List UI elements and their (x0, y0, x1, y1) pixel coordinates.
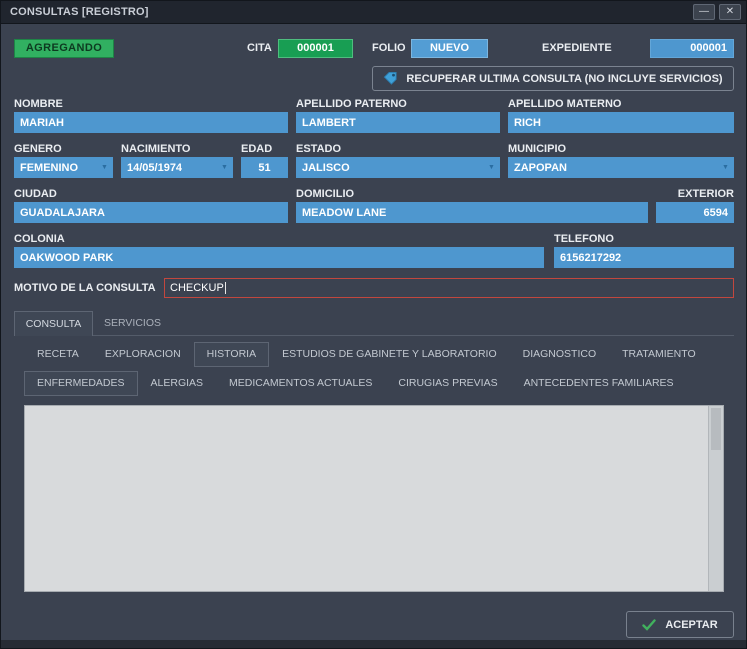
tab-estudios-gabinete-laboratorio[interactable]: ESTUDIOS DE GABINETE Y LABORATORIO (269, 342, 510, 367)
exterior-input[interactable] (656, 202, 734, 223)
accept-button-label: ACEPTAR (665, 619, 717, 631)
expediente-label: EXPEDIENTE (542, 42, 612, 54)
cita-label: CITA (247, 42, 272, 54)
apellido-paterno-label: APELLIDO PATERNO (296, 98, 407, 110)
municipio-label: MUNICIPIO (508, 143, 566, 155)
window-title: CONSULTAS [REGISTRO] (10, 6, 689, 18)
genero-dropdown[interactable]: FEMENINO ▼ (14, 157, 113, 178)
tab-historia[interactable]: HISTORIA (194, 342, 269, 367)
municipio-dropdown[interactable]: ZAPOPAN ▼ (508, 157, 734, 178)
tab-cirugias-previas[interactable]: CIRUGIAS PREVIAS (385, 371, 510, 396)
vertical-scrollbar[interactable] (708, 406, 723, 591)
colonia-input[interactable] (14, 247, 544, 268)
tab-receta[interactable]: RECETA (24, 342, 92, 367)
chevron-down-icon: ▼ (96, 164, 113, 171)
scrollbar-thumb[interactable] (711, 408, 721, 450)
cita-value: 000001 (278, 39, 353, 58)
motivo-input[interactable]: CHECKUP (164, 278, 734, 298)
tab-alergias[interactable]: ALERGIAS (138, 371, 217, 396)
apellido-paterno-input[interactable] (296, 112, 500, 133)
nombre-input[interactable] (14, 112, 288, 133)
motivo-value: CHECKUP (170, 282, 224, 294)
edad-label: EDAD (241, 143, 272, 155)
tabs-divider (14, 335, 734, 336)
history-tabs: ENFERMEDADES ALERGIAS MEDICAMENTOS ACTUA… (24, 371, 687, 396)
apellido-materno-label: APELLIDO MATERNO (508, 98, 621, 110)
tab-exploracion[interactable]: EXPLORACION (92, 342, 194, 367)
consultas-registro-window: CONSULTAS [REGISTRO] — ✕ AGREGANDO CITA … (0, 0, 747, 649)
titlebar: CONSULTAS [REGISTRO] — ✕ (1, 1, 746, 24)
tab-enfermedades[interactable]: ENFERMEDADES (24, 371, 138, 396)
chevron-down-icon: ▼ (216, 164, 233, 171)
enfermedades-textarea[interactable] (24, 405, 724, 592)
apellido-materno-input[interactable] (508, 112, 734, 133)
telefono-label: TELEFONO (554, 233, 614, 245)
nacimiento-datepicker[interactable]: 14/05/1974 ▼ (121, 157, 233, 178)
nacimiento-value: 14/05/1974 (121, 162, 216, 174)
motivo-label: MOTIVO DE LA CONSULTA (14, 282, 156, 294)
chevron-down-icon: ▼ (483, 164, 500, 171)
window-bottom-edge (1, 640, 746, 648)
telefono-input[interactable] (554, 247, 734, 268)
section-tabs: RECETA EXPLORACION HISTORIA ESTUDIOS DE … (24, 342, 709, 367)
colonia-label: COLONIA (14, 233, 65, 245)
check-icon (642, 619, 656, 631)
exterior-label: EXTERIOR (634, 188, 734, 200)
text-caret (225, 282, 226, 294)
close-button[interactable]: ✕ (719, 4, 741, 20)
minimize-button[interactable]: — (693, 4, 715, 20)
estado-value: JALISCO (296, 162, 483, 174)
genero-value: FEMENINO (14, 162, 96, 174)
tab-consulta[interactable]: CONSULTA (14, 311, 93, 336)
tab-medicamentos-actuales[interactable]: MEDICAMENTOS ACTUALES (216, 371, 385, 396)
municipio-value: ZAPOPAN (508, 162, 717, 174)
tab-servicios[interactable]: SERVICIOS (93, 311, 172, 336)
accept-button[interactable]: ACEPTAR (626, 611, 734, 638)
folio-label: FOLIO (372, 42, 406, 54)
expediente-value: 000001 (650, 39, 734, 58)
recover-button-label: RECUPERAR ULTIMA CONSULTA (NO INCLUYE SE… (406, 73, 722, 85)
nombre-label: NOMBRE (14, 98, 63, 110)
domicilio-input[interactable] (296, 202, 648, 223)
tab-diagnostico[interactable]: DIAGNOSTICO (510, 342, 610, 367)
estado-dropdown[interactable]: JALISCO ▼ (296, 157, 500, 178)
folio-value: NUEVO (411, 39, 488, 58)
nacimiento-label: NACIMIENTO (121, 143, 190, 155)
mode-status-badge: AGREGANDO (14, 39, 114, 58)
domicilio-label: DOMICILIO (296, 188, 354, 200)
genero-label: GENERO (14, 143, 62, 155)
tag-icon (383, 71, 398, 86)
tab-antecedentes-familiares[interactable]: ANTECEDENTES FAMILIARES (511, 371, 687, 396)
edad-input[interactable] (241, 157, 288, 178)
tab-tratamiento[interactable]: TRATAMIENTO (609, 342, 709, 367)
recover-last-consult-button[interactable]: RECUPERAR ULTIMA CONSULTA (NO INCLUYE SE… (372, 66, 734, 91)
chevron-down-icon: ▼ (717, 164, 734, 171)
ciudad-input[interactable] (14, 202, 288, 223)
ciudad-label: CIUDAD (14, 188, 57, 200)
estado-label: ESTADO (296, 143, 341, 155)
